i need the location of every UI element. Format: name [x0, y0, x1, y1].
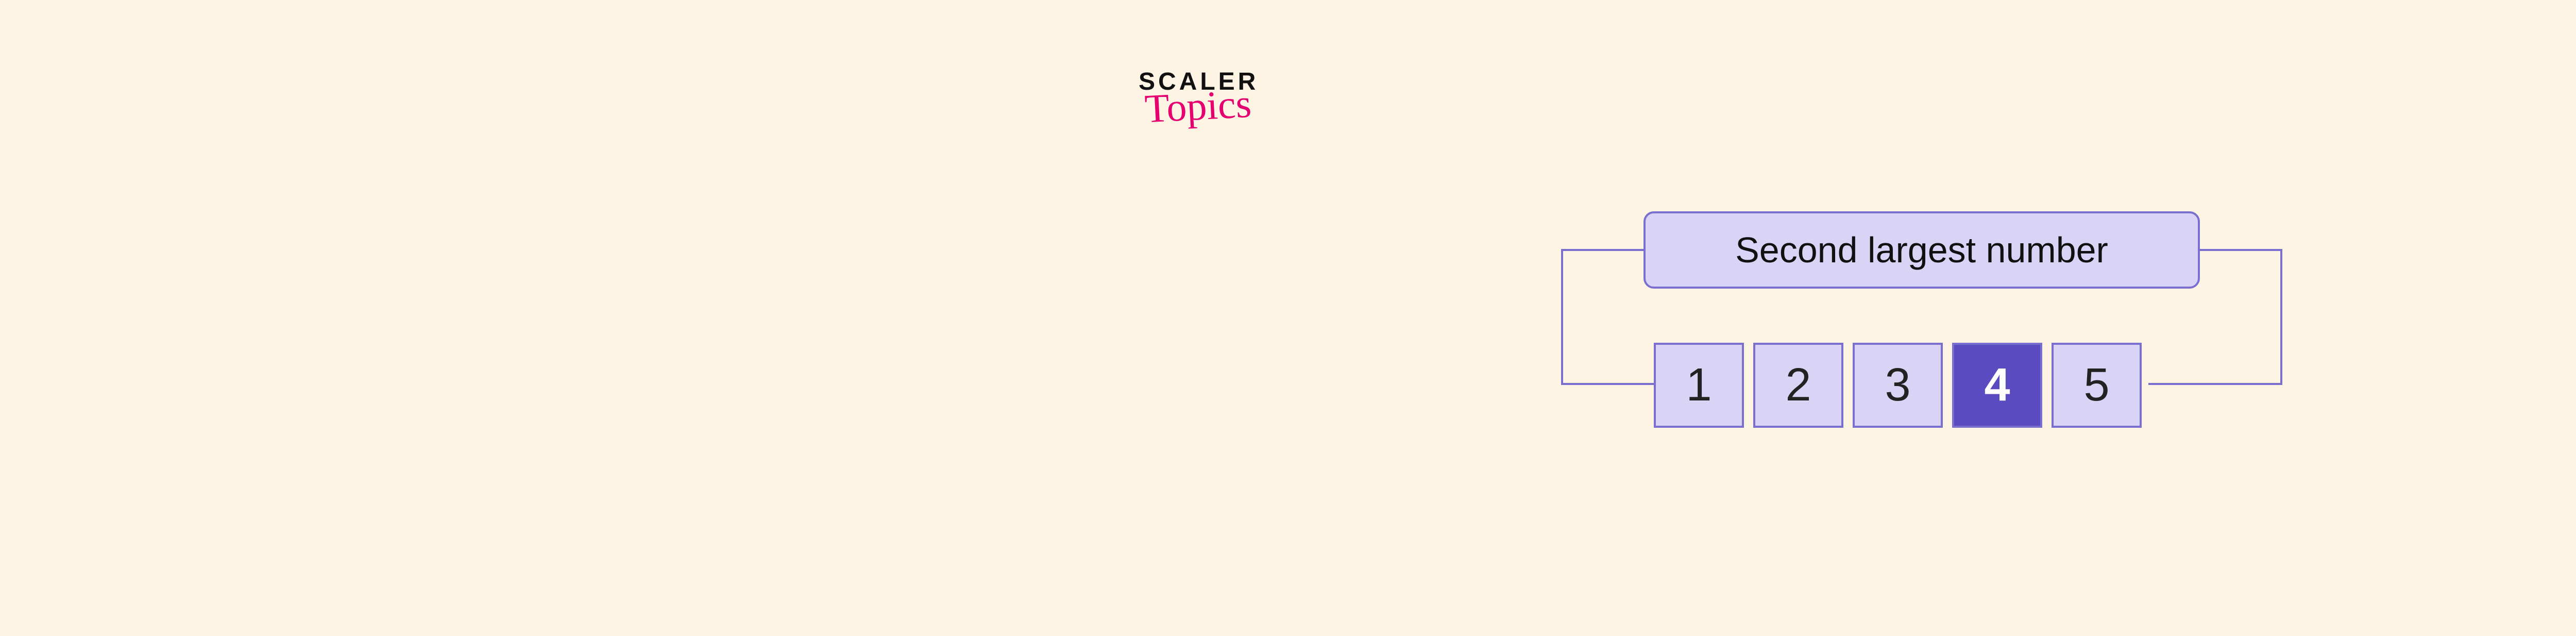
connector-line: [2280, 249, 2282, 385]
diagram-title-text: Second largest number: [1735, 229, 2108, 271]
array-cell: 3: [1853, 343, 1943, 428]
connector-line: [2148, 383, 2282, 385]
cell-value: 1: [1686, 359, 1711, 412]
cell-value: 4: [1984, 359, 2010, 412]
cell-value: 5: [2083, 359, 2109, 412]
logo-line-2: Topics: [1144, 83, 1252, 129]
diagram-title-box: Second largest number: [1643, 211, 2200, 289]
array-cell-highlight: 4: [1952, 343, 2042, 428]
connector-line: [1561, 249, 1643, 251]
second-largest-diagram: Second largest number 1 2 3 4 5: [1520, 211, 2324, 428]
connector-line: [2200, 249, 2282, 251]
array-row: 1 2 3 4 5: [1654, 343, 2142, 428]
connector-line: [1561, 249, 1563, 385]
connector-line: [1561, 383, 1654, 385]
cell-value: 3: [1885, 359, 1910, 412]
array-cell: 5: [2052, 343, 2142, 428]
array-cell: 2: [1753, 343, 1843, 428]
array-cell: 1: [1654, 343, 1744, 428]
cell-value: 2: [1785, 359, 1811, 412]
scaler-topics-logo: SCALER Topics: [1139, 70, 1259, 126]
